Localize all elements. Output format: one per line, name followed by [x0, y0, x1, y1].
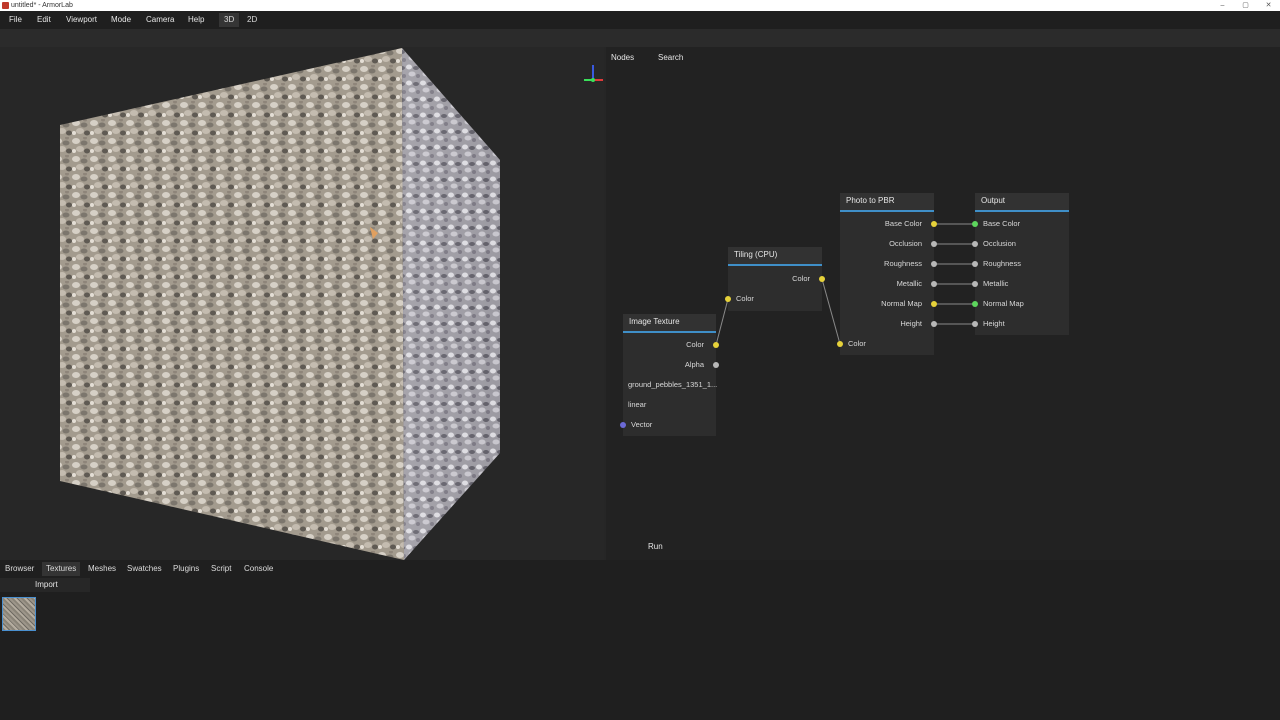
- 3d-viewport[interactable]: [0, 47, 604, 560]
- menu-file[interactable]: File: [9, 11, 22, 29]
- node-title: Output: [975, 193, 1069, 212]
- menu-viewport[interactable]: Viewport: [66, 11, 97, 29]
- socket-icon[interactable]: [713, 362, 719, 368]
- node-output[interactable]: Output Base Color Occlusion Roughness Me…: [972, 193, 1069, 335]
- tab-swatches[interactable]: Swatches: [123, 562, 166, 576]
- tab-console[interactable]: Console: [240, 562, 277, 576]
- socket-icon[interactable]: [725, 296, 731, 302]
- menu-edit[interactable]: Edit: [37, 11, 51, 29]
- node-title: Image Texture: [623, 314, 716, 333]
- color-space-dropdown[interactable]: linear: [623, 399, 716, 411]
- app-logo-icon: [2, 2, 9, 9]
- socket-icon[interactable]: [972, 321, 978, 327]
- socket-icon[interactable]: [972, 261, 978, 267]
- window-title: untitled* - ArmorLab: [11, 2, 73, 9]
- input-base-color: Base Color: [972, 218, 1069, 230]
- maximize-icon[interactable]: ▢: [1234, 0, 1257, 11]
- socket-icon[interactable]: [972, 221, 978, 227]
- cube-front-face: [60, 48, 404, 560]
- output-alpha: Alpha: [623, 359, 719, 371]
- menu-bar: File Edit Viewport Mode Camera Help 3D 2…: [0, 11, 1280, 29]
- textured-cube: [60, 48, 500, 560]
- output-normal-map: Normal Map: [840, 298, 937, 310]
- toolbar-strip: [0, 29, 1280, 47]
- bottom-panel: Browser Textures Meshes Swatches Plugins…: [0, 560, 1280, 720]
- node-tiling-cpu[interactable]: Tiling (CPU) Color Color: [725, 247, 825, 311]
- axis-gizmo-icon[interactable]: [578, 57, 604, 87]
- socket-icon[interactable]: [819, 276, 825, 282]
- mode-3d-button[interactable]: 3D: [219, 13, 240, 27]
- node-image-texture[interactable]: Image Texture Color Alpha ground_pebbles…: [620, 314, 719, 436]
- node-photo-to-pbr[interactable]: Photo to PBR Base Color Occlusion Roughn…: [837, 193, 937, 355]
- output-base-color: Base Color: [840, 218, 937, 230]
- socket-icon[interactable]: [931, 301, 937, 307]
- socket-icon[interactable]: [620, 422, 626, 428]
- import-button[interactable]: Import: [0, 578, 90, 592]
- tab-meshes[interactable]: Meshes: [84, 562, 120, 576]
- input-normal-map: Normal Map: [972, 298, 1069, 310]
- tab-script[interactable]: Script: [207, 562, 235, 576]
- output-roughness: Roughness: [840, 258, 937, 270]
- node-connections: [715, 223, 975, 346]
- socket-icon[interactable]: [931, 281, 937, 287]
- input-metallic: Metallic: [972, 278, 1069, 290]
- socket-icon[interactable]: [972, 301, 978, 307]
- tab-plugins[interactable]: Plugins: [169, 562, 203, 576]
- texture-thumbnail[interactable]: [2, 597, 36, 631]
- input-roughness: Roughness: [972, 258, 1069, 270]
- input-color: Color: [837, 338, 934, 350]
- wire-image-to-tiling: [715, 298, 729, 346]
- menu-mode[interactable]: Mode: [111, 11, 131, 29]
- output-color: Color: [623, 339, 719, 351]
- tab-browser[interactable]: Browser: [1, 562, 38, 576]
- socket-icon[interactable]: [972, 241, 978, 247]
- input-height: Height: [972, 318, 1069, 330]
- socket-icon[interactable]: [837, 341, 843, 347]
- output-metallic: Metallic: [840, 278, 937, 290]
- node-editor[interactable]: Nodes Search Image Texture Color Alpha g…: [606, 47, 1280, 560]
- menu-help[interactable]: Help: [188, 11, 204, 29]
- node-title: Photo to PBR: [840, 193, 934, 212]
- input-color: Color: [725, 293, 822, 305]
- socket-icon[interactable]: [972, 281, 978, 287]
- socket-icon[interactable]: [931, 241, 937, 247]
- run-button[interactable]: Run: [648, 542, 663, 551]
- input-vector: Vector: [620, 419, 716, 431]
- file-dropdown[interactable]: ground_pebbles_1351_1...: [623, 379, 717, 391]
- wire-tiling-to-pbr: [821, 278, 841, 345]
- socket-icon[interactable]: [931, 321, 937, 327]
- output-height: Height: [840, 318, 937, 330]
- socket-icon[interactable]: [713, 342, 719, 348]
- output-color: Color: [728, 273, 825, 285]
- output-occlusion: Occlusion: [840, 238, 937, 250]
- tab-textures[interactable]: Textures: [42, 562, 81, 576]
- minimize-icon[interactable]: –: [1211, 0, 1234, 11]
- mode-2d-button[interactable]: 2D: [242, 13, 262, 27]
- socket-icon[interactable]: [931, 261, 937, 267]
- socket-icon[interactable]: [931, 221, 937, 227]
- window-title-bar: untitled* - ArmorLab – ▢ ✕: [0, 0, 1280, 11]
- input-occlusion: Occlusion: [972, 238, 1069, 250]
- close-icon[interactable]: ✕: [1257, 0, 1280, 11]
- node-title: Tiling (CPU): [728, 247, 822, 266]
- window-controls: – ▢ ✕: [1211, 0, 1280, 11]
- menu-camera[interactable]: Camera: [146, 11, 174, 29]
